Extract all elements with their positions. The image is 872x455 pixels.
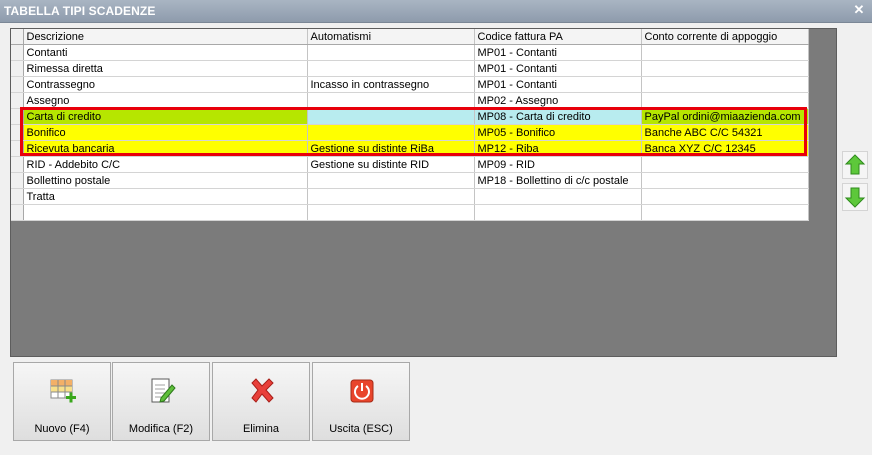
table-row[interactable]: RID - Addebito C/C Gestione su distinte R… [11,156,809,173]
cell-automatismi[interactable]: Gestione su distinte RID [307,156,475,173]
cell-conto[interactable] [641,188,809,205]
cell-descrizione[interactable]: Carta di credito [23,108,308,125]
cell-automatismi[interactable]: Incasso in contrassegno [307,76,475,93]
cell-automatismi[interactable] [307,92,475,109]
payment-types-table: Descrizione Automatismi Codice fattura P… [11,29,809,221]
new-button-label: Nuovo (F4) [34,423,90,435]
cell-descrizione[interactable]: Tratta [23,188,308,205]
row-indicator[interactable] [11,124,24,141]
cell-codice[interactable]: MP05 - Bonifico [474,124,642,141]
cell-codice[interactable]: MP12 - Riba [474,140,642,157]
row-indicator[interactable] [11,156,24,173]
column-header-automatismi[interactable]: Automatismi [307,29,475,45]
cell-conto[interactable]: PayPal ordini@miaazienda.com [641,108,809,125]
cell-descrizione[interactable]: Bonifico [23,124,308,141]
cell-descrizione[interactable]: RID - Addebito C/C [23,156,308,173]
row-indicator[interactable] [11,60,24,77]
grid-area: Descrizione Automatismi Codice fattura P… [10,28,837,357]
cell-codice[interactable]: MP01 - Contanti [474,44,642,61]
cell-automatismi[interactable] [307,172,475,189]
table-header-row: Descrizione Automatismi Codice fattura P… [11,29,809,45]
move-down-icon [844,187,866,208]
cell-codice[interactable] [474,188,642,205]
new-button[interactable]: Nuovo (F4) [13,362,111,441]
table-row[interactable]: Rimessa diretta MP01 - Contanti [11,60,809,77]
column-header-conto[interactable]: Conto corrente di appoggio [641,29,809,45]
table-row[interactable]: Contanti MP01 - Contanti [11,44,809,61]
table-row[interactable]: Tratta [11,188,809,205]
move-up-button[interactable] [842,151,868,179]
row-indicator[interactable] [11,108,24,125]
row-indicator[interactable] [11,92,24,109]
cell-codice[interactable]: MP08 - Carta di credito [474,108,642,125]
exit-button[interactable]: Uscita (ESC) [312,362,410,441]
row-indicator[interactable] [11,172,24,189]
row-indicator[interactable] [11,44,24,61]
cell-codice[interactable]: MP01 - Contanti [474,76,642,93]
cell-codice[interactable]: MP01 - Contanti [474,60,642,77]
table-row[interactable]: Bonifico MP05 - Bonifico Banche ABC C/C 54… [11,124,809,141]
table-row[interactable] [11,204,809,221]
cell-automatismi[interactable]: Gestione su distinte RiBa [307,140,475,157]
table-row[interactable]: Contrassegno Incasso in contrassegno MP01 … [11,76,809,93]
cell-descrizione[interactable]: Ricevuta bancaria [23,140,308,157]
move-down-button[interactable] [842,183,868,211]
close-icon[interactable]: ✕ [852,3,866,17]
table-row[interactable]: Assegno MP02 - Assegno [11,92,809,109]
cell-conto[interactable] [641,172,809,189]
cell-codice[interactable] [474,204,642,221]
row-indicator[interactable] [11,188,24,205]
column-header-codice[interactable]: Codice fattura PA [474,29,642,45]
cell-conto[interactable] [641,60,809,77]
delete-x-icon [251,378,274,403]
cell-descrizione[interactable]: Assegno [23,92,308,109]
window-title: TABELLA TIPI SCADENZE [4,4,156,18]
row-indicator[interactable] [11,140,24,157]
delete-button-label: Elimina [242,423,280,435]
title-bar: TABELLA TIPI SCADENZE ✕ [0,0,872,23]
edit-document-icon [151,378,176,403]
cell-automatismi[interactable] [307,188,475,205]
cell-descrizione[interactable]: Rimessa diretta [23,60,308,77]
cell-conto[interactable]: Banche ABC C/C 54321 [641,124,809,141]
table-row[interactable]: Carta di credito MP08 - Carta di credito P… [11,108,809,125]
cell-conto[interactable] [641,76,809,93]
cell-automatismi[interactable] [307,60,475,77]
row-indicator[interactable] [11,76,24,93]
cell-automatismi[interactable] [307,124,475,141]
edit-button-label: Modifica (F2) [128,423,194,435]
cell-codice[interactable]: MP02 - Assegno [474,92,642,109]
table-row[interactable]: Bollettino postale MP18 - Bollettino di c… [11,172,809,189]
row-indicator-header [11,29,24,45]
column-header-descrizione[interactable]: Descrizione [23,29,308,45]
delete-button[interactable]: Elimina [212,362,310,441]
cell-conto[interactable] [641,156,809,173]
cell-codice[interactable]: MP09 - RID [474,156,642,173]
power-icon [350,379,374,403]
cell-conto[interactable]: Banca XYZ C/C 12345 [641,140,809,157]
new-row-icon [50,379,76,403]
exit-button-label: Uscita (ESC) [329,423,393,435]
edit-button[interactable]: Modifica (F2) [112,362,210,441]
cell-descrizione[interactable] [23,204,308,221]
cell-descrizione[interactable]: Bollettino postale [23,172,308,189]
cell-automatismi[interactable] [307,44,475,61]
cell-automatismi[interactable] [307,108,475,125]
cell-descrizione[interactable]: Contanti [23,44,308,61]
row-indicator[interactable] [11,204,24,221]
cell-conto[interactable] [641,92,809,109]
move-up-icon [844,154,866,175]
cell-codice[interactable]: MP18 - Bollettino di c/c postale [474,172,642,189]
cell-descrizione[interactable]: Contrassegno [23,76,308,93]
cell-automatismi[interactable] [307,204,475,221]
cell-conto[interactable] [641,44,809,61]
table-row[interactable]: Ricevuta bancaria Gestione su distinte Ri… [11,140,809,157]
cell-conto[interactable] [641,204,809,221]
